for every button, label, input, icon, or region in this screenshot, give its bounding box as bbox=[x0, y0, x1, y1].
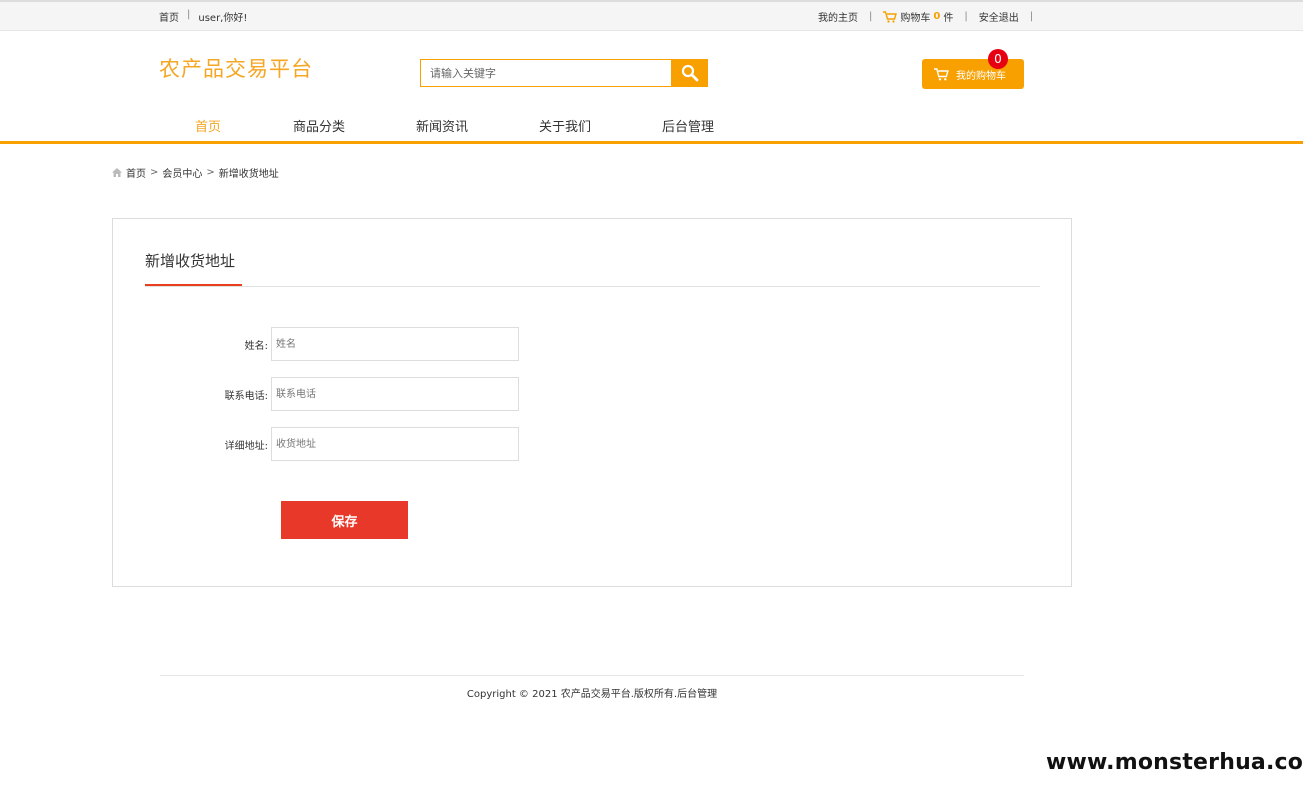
form-row-address: 详细地址: bbox=[209, 427, 519, 461]
name-label: 姓名: bbox=[244, 340, 268, 352]
address-input[interactable] bbox=[271, 427, 519, 461]
top-bar-left: 首页 | user,你好! bbox=[159, 9, 247, 24]
top-bar: 首页 | user,你好! 我的主页 | 购物车 0 件 | 安全退出 | bbox=[0, 0, 1303, 31]
cart-count-badge: 0 bbox=[988, 49, 1008, 69]
watermark: www.monsterhua.com bbox=[1046, 750, 1303, 775]
separator: | bbox=[187, 9, 191, 20]
nav-item-news[interactable]: 新闻资讯 bbox=[416, 116, 468, 135]
phone-input[interactable] bbox=[271, 377, 519, 411]
nav-item-home[interactable]: 首页 bbox=[195, 116, 221, 135]
search-button[interactable] bbox=[671, 59, 708, 87]
logout-link[interactable]: 安全退出 bbox=[979, 9, 1019, 24]
nav-item-categories[interactable]: 商品分类 bbox=[293, 116, 345, 135]
top-bar-right: 我的主页 | 购物车 0 件 | 安全退出 | bbox=[818, 9, 1033, 24]
nav-item-about[interactable]: 关于我们 bbox=[539, 116, 591, 135]
breadcrumb: 首页 > 会员中心 > 新增收货地址 bbox=[112, 165, 279, 180]
breadcrumb-home[interactable]: 首页 bbox=[126, 165, 146, 180]
phone-label: 联系电话: bbox=[224, 390, 268, 402]
search-icon bbox=[681, 64, 698, 82]
name-input[interactable] bbox=[271, 327, 519, 361]
breadcrumb-current: 新增收货地址 bbox=[218, 169, 279, 180]
main-nav: 首页 商品分类 新闻资讯 关于我们 后台管理 bbox=[0, 110, 1303, 144]
mini-cart-label: 购物车 bbox=[900, 13, 931, 24]
search-box bbox=[420, 59, 708, 87]
separator: | bbox=[869, 11, 873, 22]
footer-divider bbox=[160, 675, 1024, 676]
cart-icon bbox=[883, 10, 898, 23]
mini-cart-link[interactable]: 购物车 0 件 bbox=[883, 9, 953, 24]
breadcrumb-arrow: > bbox=[150, 167, 159, 178]
save-button[interactable]: 保存 bbox=[281, 501, 408, 539]
address-label: 详细地址: bbox=[224, 440, 268, 452]
title-divider bbox=[145, 286, 1040, 287]
mini-cart-unit: 件 bbox=[943, 13, 954, 24]
separator: | bbox=[964, 11, 968, 22]
breadcrumb-arrow: > bbox=[206, 167, 215, 178]
page-title: 新增收货地址 bbox=[145, 252, 236, 270]
my-cart-button[interactable]: 我的购物车 0 bbox=[922, 49, 1024, 89]
user-greeting: user,你好! bbox=[198, 13, 248, 24]
form-row-phone: 联系电话: bbox=[209, 377, 519, 411]
address-form-panel: 新增收货地址 姓名: 联系电话: 详细地址: 保存 bbox=[112, 218, 1072, 587]
separator: | bbox=[1029, 11, 1034, 22]
my-home-link[interactable]: 我的主页 bbox=[818, 9, 858, 24]
cart-icon bbox=[934, 67, 949, 80]
title-underline bbox=[145, 284, 242, 286]
site-logo[interactable]: 农产品交易平台 bbox=[159, 53, 313, 83]
mini-cart-count: 0 bbox=[933, 11, 941, 22]
form-row-name: 姓名: bbox=[209, 327, 519, 361]
search-input[interactable] bbox=[420, 59, 671, 87]
top-home-link[interactable]: 首页 bbox=[159, 9, 179, 24]
breadcrumb-member-center[interactable]: 会员中心 bbox=[162, 165, 202, 180]
home-icon bbox=[112, 168, 122, 177]
nav-item-admin[interactable]: 后台管理 bbox=[662, 116, 714, 135]
footer-copyright: Copyright © 2021 农产品交易平台.版权所有.后台管理 bbox=[466, 689, 718, 700]
